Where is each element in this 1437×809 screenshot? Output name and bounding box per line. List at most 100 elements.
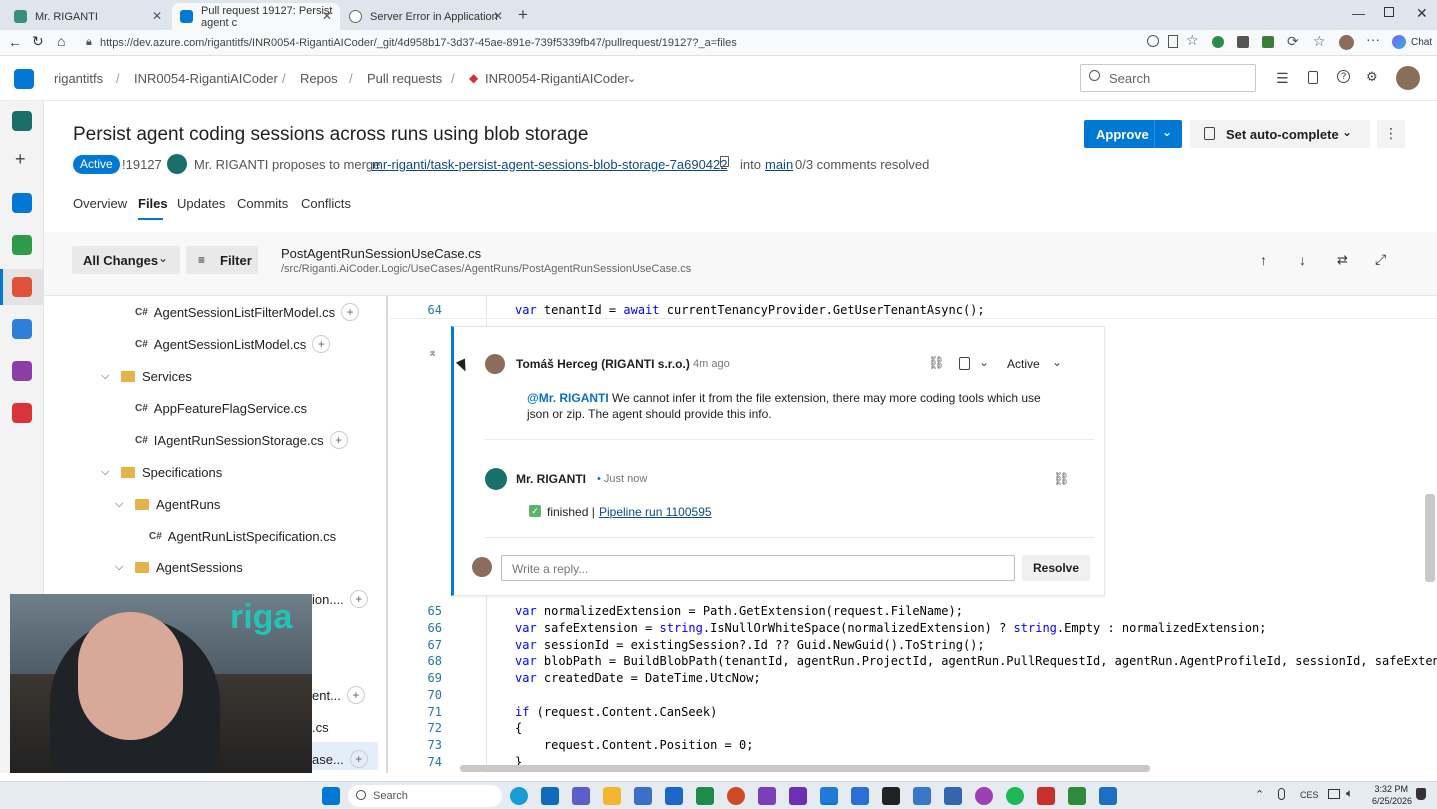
breadcrumb-repos[interactable]: Repos <box>300 71 338 86</box>
word-icon[interactable] <box>665 787 683 805</box>
close-icon[interactable]: ✕ <box>322 9 332 23</box>
volume-icon[interactable]: 🔈︎ <box>1346 786 1353 801</box>
start-icon[interactable] <box>322 787 340 805</box>
tab-files[interactable]: Files <box>138 196 168 211</box>
chevron-down-icon[interactable]: ⌵ <box>115 498 129 511</box>
chevron-down-icon[interactable]: ⌵ <box>101 370 115 383</box>
add-comment-icon[interactable]: + <box>349 750 368 768</box>
breadcrumb-pull-requests[interactable]: Pull requests <box>367 71 442 86</box>
clock-date[interactable]: 6/25/2026 <box>1364 796 1412 806</box>
tree-folder[interactable]: ⌵ Services <box>101 365 192 387</box>
app-icon[interactable] <box>1099 787 1117 805</box>
minimize-button[interactable]: — <box>1352 6 1365 21</box>
network-icon[interactable] <box>1328 789 1340 799</box>
next-file-icon[interactable]: ↓ <box>1299 252 1306 268</box>
app-icon[interactable] <box>851 787 869 805</box>
excel-icon[interactable] <box>696 787 714 805</box>
app-icon[interactable] <box>975 787 993 805</box>
close-icon[interactable]: ✕ <box>152 9 162 23</box>
app-icon[interactable] <box>1037 787 1055 805</box>
link-icon[interactable]: ⛓ <box>928 355 945 371</box>
azure-devops-logo-icon[interactable] <box>14 69 34 89</box>
tree-folder[interactable]: ⌵ Specifications <box>101 461 222 483</box>
collapse-thread-icon[interactable]: ⌅ <box>428 346 437 359</box>
chevron-down-icon[interactable]: ⌄ <box>627 72 636 85</box>
add-comment-icon[interactable]: + <box>346 686 365 704</box>
profile-avatar[interactable] <box>1339 35 1354 50</box>
tab-commits[interactable]: Commits <box>237 196 288 211</box>
artifacts-icon[interactable] <box>12 403 32 423</box>
task-list-icon[interactable]: ☰ <box>1276 70 1289 87</box>
breadcrumb-repo[interactable]: INR0054-RigantiAICoder <box>485 71 629 86</box>
reply-input[interactable]: Write a reply... <box>501 555 1015 581</box>
tree-file[interactable]: ion.... + <box>312 588 368 610</box>
overview-icon[interactable] <box>12 193 32 213</box>
grammarly-icon[interactable] <box>1212 36 1224 48</box>
search-input[interactable]: Search <box>1080 64 1256 92</box>
fullscreen-icon[interactable]: ⤢ <box>1375 251 1386 268</box>
tree-folder[interactable]: ⌵ AgentRuns <box>115 493 220 515</box>
project-icon[interactable] <box>12 111 32 131</box>
microphone-icon[interactable] <box>1278 788 1285 800</box>
copilot-icon[interactable] <box>1392 35 1406 49</box>
visual-studio-icon[interactable] <box>758 787 776 805</box>
chevron-down-icon[interactable]: ⌄ <box>1162 125 1172 139</box>
back-icon[interactable]: ← <box>8 34 22 50</box>
user-avatar[interactable] <box>1396 66 1420 90</box>
target-branch-link[interactable]: main <box>765 157 793 172</box>
tray-overflow-icon[interactable]: ⌃ <box>1255 788 1264 801</box>
sync-icon[interactable]: ⟳ <box>1287 33 1299 50</box>
terminal-icon[interactable] <box>882 787 900 805</box>
tree-file[interactable]: C# AgentSessionListFilterModel.cs + <box>135 301 360 323</box>
extension-icon[interactable] <box>1262 36 1274 48</box>
test-plans-icon[interactable] <box>12 361 32 381</box>
collections-icon[interactable]: ☆ <box>1313 33 1326 50</box>
tree-file[interactable]: .cs <box>312 716 329 738</box>
chevron-down-icon[interactable]: ⌵ <box>115 561 129 574</box>
refresh-icon[interactable]: ↻ <box>32 33 44 50</box>
tab-conflicts[interactable]: Conflicts <box>301 196 351 211</box>
approve-button[interactable]: Approve ⌄ <box>1084 120 1182 148</box>
reader-icon[interactable] <box>1168 35 1178 48</box>
add-comment-icon[interactable]: + <box>349 590 368 608</box>
source-branch-link[interactable]: mr-riganti/task-persist-agent-sessions-b… <box>372 157 728 172</box>
chevron-down-icon[interactable]: ⌄ <box>1052 355 1062 369</box>
browser-tab-pull-request[interactable]: Pull request 19127: Persist agent c ✕ <box>172 3 340 30</box>
file-explorer-icon[interactable] <box>603 787 621 805</box>
tree-file[interactable]: C# AgentSessionListModel.cs + <box>135 333 331 355</box>
app-icon[interactable] <box>913 787 931 805</box>
mention[interactable]: @Mr. RIGANTI <box>527 391 609 405</box>
tree-file[interactable]: C# AppFeatureFlagService.cs <box>135 397 307 419</box>
link-icon[interactable]: ⛓ <box>1053 471 1070 487</box>
notification-bell-icon[interactable] <box>1416 788 1426 800</box>
diff-options-icon[interactable]: ⇄ <box>1337 252 1348 268</box>
tab-overview[interactable]: Overview <box>73 196 127 211</box>
window-close-button[interactable]: ✕ <box>1416 5 1428 22</box>
browser-tab-mr-riganti[interactable]: Mr. RIGANTI ✕ <box>6 3 170 30</box>
edge-icon[interactable] <box>510 787 528 805</box>
thread-status[interactable]: Active <box>1007 357 1040 371</box>
resolve-button[interactable]: Resolve <box>1022 555 1090 581</box>
close-icon[interactable]: ✕ <box>493 9 503 23</box>
add-icon[interactable]: + <box>15 149 26 170</box>
tree-file-selected[interactable]: ase... + <box>312 748 368 770</box>
tab-updates[interactable]: Updates <box>177 196 225 211</box>
copy-icon[interactable] <box>720 156 729 167</box>
previous-file-icon[interactable]: ↑ <box>1260 252 1267 268</box>
chevron-down-icon[interactable]: ⌄ <box>1342 125 1352 139</box>
vertical-scrollbar[interactable] <box>1425 494 1435 582</box>
zoom-icon[interactable] <box>1147 35 1159 47</box>
marketplace-icon[interactable] <box>1308 71 1318 84</box>
app-icon[interactable] <box>944 787 962 805</box>
teams-icon[interactable] <box>572 787 590 805</box>
pipelines-icon[interactable] <box>12 319 32 339</box>
browser-tab-server-error[interactable]: Server Error in Application ✕ <box>341 3 511 30</box>
tree-file[interactable]: C# IAgentRunSessionStorage.cs + <box>135 429 348 451</box>
taskbar-search[interactable]: Search <box>348 785 502 807</box>
powerpoint-icon[interactable] <box>727 787 745 805</box>
user-settings-icon[interactable]: ⚙ <box>1366 69 1378 85</box>
clipboard-icon[interactable] <box>959 357 970 370</box>
breadcrumb-org[interactable]: rigantitfs <box>54 71 103 86</box>
favorite-star-icon[interactable]: ☆ <box>1186 32 1199 49</box>
tree-folder[interactable]: ⌵ AgentSessions <box>115 556 243 578</box>
